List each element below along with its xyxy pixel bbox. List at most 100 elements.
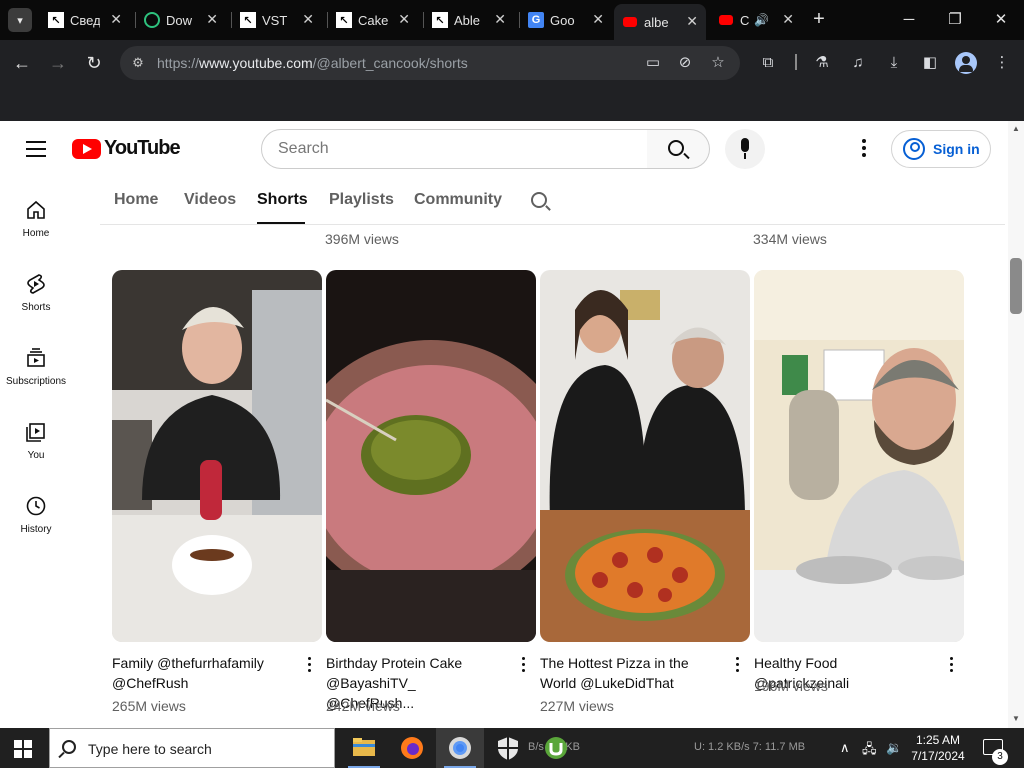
search-input[interactable]: Search: [261, 129, 648, 169]
sidebar-item-shorts[interactable]: Shorts: [0, 272, 72, 313]
browser-tab-active[interactable]: albe ✕: [614, 4, 706, 40]
close-tab-icon[interactable]: ✕: [398, 11, 410, 28]
scroll-down-arrow-icon[interactable]: ▼: [1011, 715, 1021, 723]
home-icon: [27, 200, 45, 219]
show-hidden-icons-chevron-icon[interactable]: ∧: [840, 740, 850, 756]
sidebar-item-you[interactable]: You: [0, 420, 72, 461]
browser-tab-3[interactable]: ↖ VST ✕: [232, 5, 322, 35]
microphone-icon: [741, 138, 749, 152]
cast-install-icon[interactable]: ▭: [643, 53, 663, 73]
notification-count-badge: 3: [992, 749, 1008, 765]
download-favicon-icon: [144, 12, 160, 28]
scrollbar-thumb[interactable]: [1010, 258, 1022, 314]
utorrent-icon[interactable]: [532, 728, 580, 768]
short-views: 196M views: [754, 678, 828, 694]
tab-videos[interactable]: Videos: [184, 191, 236, 209]
close-tab-icon[interactable]: ✕: [110, 11, 122, 28]
sidebar-item-home[interactable]: Home: [0, 198, 72, 239]
browser-tab-8[interactable]: C 🔊 ✕: [710, 5, 802, 35]
voice-search-button[interactable]: [725, 129, 765, 169]
file-explorer-icon[interactable]: [340, 728, 388, 768]
close-tab-icon[interactable]: ✕: [592, 11, 604, 28]
downloads-icon[interactable]: ⤓: [883, 52, 905, 74]
tab-shorts[interactable]: Shorts: [257, 191, 308, 209]
url-text[interactable]: https://www.youtube.com/@albert_cancook/…: [157, 55, 468, 71]
tab-playlists[interactable]: Playlists: [329, 191, 394, 209]
browser-tab-4[interactable]: ↖ Cake ✕: [328, 5, 418, 35]
short-more-icon[interactable]: [520, 657, 526, 673]
extensions-puzzle-icon[interactable]: ⧉: [757, 52, 779, 74]
speaker-audio-icon[interactable]: 🔊: [754, 13, 769, 27]
shorts-icon: [27, 274, 45, 294]
short-title[interactable]: The Hottest Pizza in the World @LukeDidT…: [540, 653, 720, 693]
short-thumbnail-image: [326, 270, 536, 642]
close-window-icon[interactable]: ✕: [986, 6, 1016, 34]
bookmark-star-icon[interactable]: ☆: [708, 53, 728, 73]
short-title[interactable]: Family @thefurrhafamily @ChefRush: [112, 653, 292, 693]
forward-arrow-icon[interactable]: →: [45, 50, 71, 76]
windows-security-icon[interactable]: [484, 728, 532, 768]
short-thumbnail[interactable]: [754, 270, 964, 642]
chrome-menu-kebab-icon[interactable]: ⋮: [991, 52, 1013, 74]
close-tab-icon[interactable]: ✕: [302, 11, 314, 28]
windows-start-icon[interactable]: [14, 740, 32, 758]
scroll-up-arrow-icon[interactable]: ▲: [1011, 125, 1021, 133]
site-info-tune-icon[interactable]: ⚙: [128, 53, 148, 73]
browser-tab-2[interactable]: Dow ✕: [136, 5, 226, 35]
minimize-window-icon[interactable]: ─: [894, 6, 924, 34]
short-thumbnail-image: [540, 270, 750, 642]
short-thumbnail-image: [112, 270, 322, 642]
browser-tab-5[interactable]: ↖ Able ✕: [424, 5, 514, 35]
page-scrollbar[interactable]: [1008, 121, 1024, 728]
media-queue-icon[interactable]: ♫: [847, 52, 869, 74]
taskbar-search-icon: [62, 740, 76, 754]
browser-tab-6[interactable]: G Goo ✕: [520, 5, 612, 35]
short-thumbnail[interactable]: [326, 270, 536, 642]
settings-kebab-icon[interactable]: [858, 139, 870, 159]
close-tab-icon[interactable]: ✕: [494, 11, 506, 28]
labs-flask-icon[interactable]: ⚗: [811, 52, 833, 74]
tab-community[interactable]: Community: [414, 191, 502, 209]
youtube-favicon-icon: [718, 12, 734, 28]
subscriptions-icon: [27, 348, 45, 367]
close-tab-icon[interactable]: ✕: [686, 13, 698, 30]
you-library-icon: [26, 423, 45, 442]
browser-tab-strip: ▾ ↖ Свед ✕ Dow ✕ ↖ VST ✕ ↖ Cake ✕ ↖ Able…: [0, 0, 1024, 40]
new-tab-button[interactable]: +: [808, 8, 830, 30]
sidebar-item-subscriptions[interactable]: Subscriptions: [0, 346, 72, 387]
chrome-icon[interactable]: [436, 728, 484, 768]
short-thumbnail[interactable]: [540, 270, 750, 642]
system-clock[interactable]: 1:25 AM 7/17/2024: [905, 732, 971, 764]
tab-search-chevron-icon[interactable]: ▾: [8, 8, 32, 32]
close-tab-icon[interactable]: ✕: [782, 11, 794, 28]
short-more-icon[interactable]: [306, 657, 312, 673]
reload-icon[interactable]: ↻: [81, 50, 107, 76]
channel-search-icon[interactable]: [531, 192, 547, 208]
search-button[interactable]: [647, 129, 710, 169]
short-more-icon[interactable]: [734, 657, 740, 673]
address-bar[interactable]: ⚙ https://www.youtube.com/@albert_cancoo…: [120, 46, 740, 80]
restore-window-icon[interactable]: ❐: [940, 6, 970, 34]
close-tab-icon[interactable]: ✕: [206, 11, 218, 28]
network-icon[interactable]: 🖧: [862, 740, 877, 762]
history-icon: [26, 496, 46, 516]
hamburger-menu-icon[interactable]: [26, 141, 46, 157]
sidebar-item-history[interactable]: History: [0, 494, 72, 535]
back-arrow-icon[interactable]: ←: [9, 50, 35, 76]
volume-icon[interactable]: 🔉: [886, 740, 902, 756]
profile-avatar-icon[interactable]: [955, 52, 977, 74]
youtube-logo[interactable]: YouTube: [72, 137, 181, 160]
short-more-icon[interactable]: [948, 657, 954, 673]
eye-slash-icon[interactable]: ⊘: [675, 53, 695, 73]
browser-tab-1[interactable]: ↖ Свед ✕: [40, 5, 130, 35]
sign-in-button[interactable]: Sign in: [891, 130, 991, 168]
short-thumbnail[interactable]: [112, 270, 322, 642]
firefox-icon[interactable]: [388, 728, 436, 768]
taskbar-search-input[interactable]: Type here to search: [49, 728, 335, 768]
tab-home[interactable]: Home: [114, 191, 158, 209]
search-icon: [668, 140, 684, 156]
short-views: 242M views: [326, 698, 400, 714]
side-panel-icon[interactable]: ◧: [919, 52, 941, 74]
google-translate-favicon-icon: G: [528, 12, 544, 28]
cursor-favicon-icon: ↖: [240, 12, 256, 28]
